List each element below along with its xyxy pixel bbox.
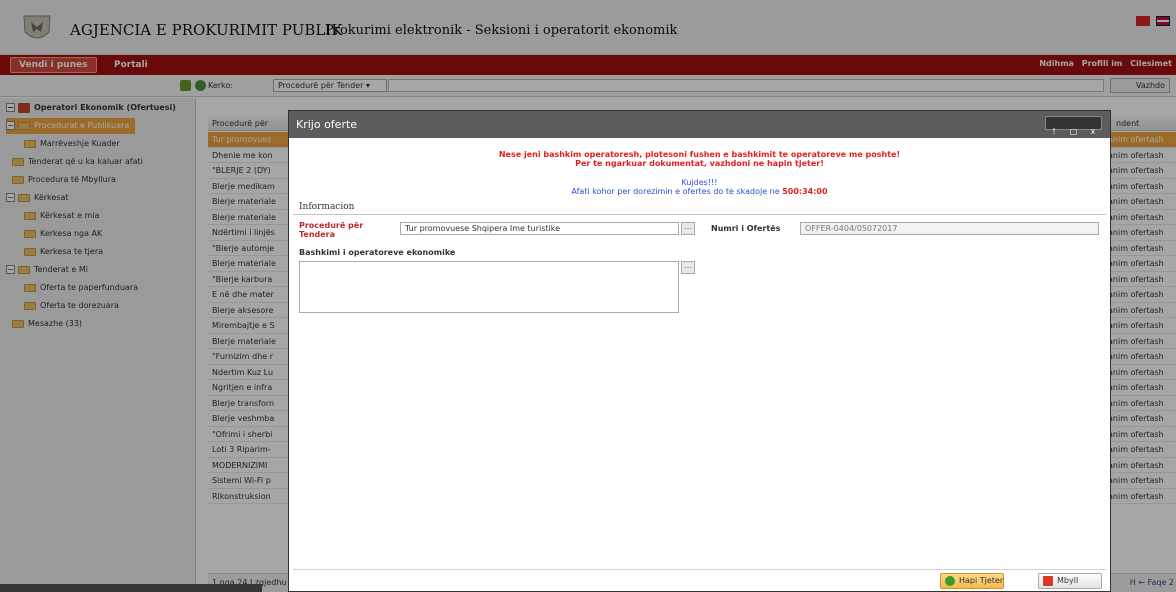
info-section-heading: Informacion [299, 202, 355, 212]
maximize-icon[interactable]: □ [1066, 126, 1082, 138]
window-controls: ! □ x [1045, 116, 1102, 136]
consortium-label: Bashkimi i operatoreve ekonomike [299, 248, 456, 257]
create-offer-dialog: Krijo oferte ! □ x Nese jeni bashkim ope… [288, 110, 1111, 592]
offer-number-field[interactable]: OFFER-0404/05072017 [800, 222, 1099, 235]
help-icon[interactable]: ! [1046, 126, 1062, 138]
dialog-title-bar: Krijo oferte ! □ x [289, 111, 1110, 138]
consortium-field[interactable] [299, 261, 679, 313]
deadline-text: Afati kohor per dorezimin e ofertes do t… [289, 187, 1110, 196]
deadline-time: 500:34:00 [782, 187, 828, 196]
procedure-field[interactable]: Tur promovuese Shqipera Ime turistike [400, 222, 679, 235]
close-button[interactable]: Mbyll [1038, 573, 1102, 589]
procedure-picker-icon[interactable]: ⋯ [681, 222, 695, 235]
close-icon [1043, 576, 1053, 586]
close-label: Mbyll [1057, 576, 1079, 585]
dialog-title: Krijo oferte [296, 118, 358, 131]
consortium-warning: Nese jeni bashkim operatoresh, plotesoni… [498, 150, 901, 159]
offer-number-label: Numri i Ofertës [711, 224, 781, 233]
section-divider [293, 214, 1106, 215]
procedure-label: Procedurë për Tendera [299, 221, 364, 239]
next-step-label: Hapi Tjeter [959, 576, 1004, 585]
documents-warning: Per te ngarkuar dokumentat, vazhdoni ne … [575, 159, 824, 168]
caution-text: Kujdes!!! [681, 178, 718, 187]
next-step-button[interactable]: Hapi Tjeter [940, 573, 1004, 589]
footer-divider [293, 569, 1106, 570]
deadline-prefix: Afati kohor per dorezimin e ofertes do t… [571, 187, 780, 196]
consortium-picker-icon[interactable]: ⋯ [681, 261, 695, 274]
close-icon[interactable]: x [1085, 126, 1101, 138]
arrow-right-icon [945, 576, 955, 586]
